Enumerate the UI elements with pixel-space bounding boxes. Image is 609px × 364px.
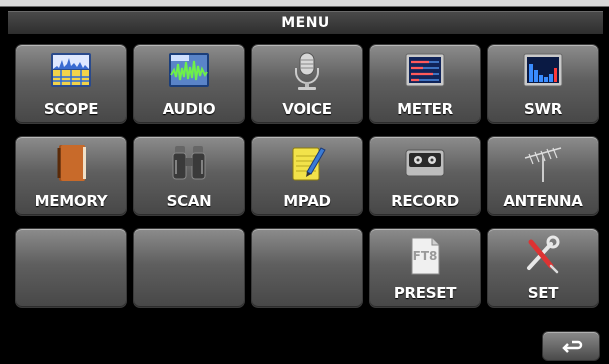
set-button[interactable]: SET [487, 228, 599, 308]
antenna-icon [524, 147, 562, 182]
scope-label: SCOPE [43, 100, 99, 118]
scope-icon [51, 53, 91, 87]
meter-icon [405, 53, 445, 87]
ft8-icon-text: FT8 [412, 249, 438, 263]
menu-title: MENU [8, 11, 603, 34]
wrench-screwdriver-icon [527, 235, 560, 274]
back-button[interactable] [542, 331, 600, 361]
empty-slot-3[interactable] [251, 228, 363, 308]
scan-label: SCAN [166, 192, 212, 210]
scan-button[interactable]: SCAN [133, 136, 245, 216]
voice-label: VOICE [282, 100, 332, 118]
audio-label: AUDIO [162, 100, 216, 118]
swr-icon [523, 53, 563, 87]
antenna-label: ANTENNA [503, 192, 583, 210]
antenna-button[interactable]: ANTENNA [487, 136, 599, 216]
notepad-pencil-icon [292, 147, 326, 181]
mpad-button[interactable]: MPAD [251, 136, 363, 216]
swr-button[interactable]: SWR [487, 44, 599, 124]
empty-slot-2[interactable] [133, 228, 245, 308]
memory-book-icon [57, 145, 86, 181]
record-label: RECORD [391, 192, 459, 210]
meter-button[interactable]: METER [369, 44, 481, 124]
return-arrow-icon [562, 340, 583, 353]
swr-label: SWR [524, 100, 562, 118]
audio-button[interactable]: AUDIO [133, 44, 245, 124]
memory-button[interactable]: MEMORY [15, 136, 127, 216]
audio-icon [169, 53, 209, 87]
empty-slot-1[interactable] [15, 228, 127, 308]
microphone-icon [295, 52, 319, 90]
meter-label: METER [397, 100, 453, 118]
preset-button[interactable]: FT8 PRESET [369, 228, 481, 308]
record-button[interactable]: RECORD [369, 136, 481, 216]
voice-button[interactable]: VOICE [251, 44, 363, 124]
mpad-label: MPAD [283, 192, 331, 210]
scope-button[interactable]: SCOPE [15, 44, 127, 124]
memory-label: MEMORY [34, 192, 108, 210]
record-cassette-icon [405, 149, 445, 177]
set-label: SET [527, 284, 559, 302]
binoculars-icon [172, 146, 206, 180]
preset-label: PRESET [393, 284, 457, 302]
